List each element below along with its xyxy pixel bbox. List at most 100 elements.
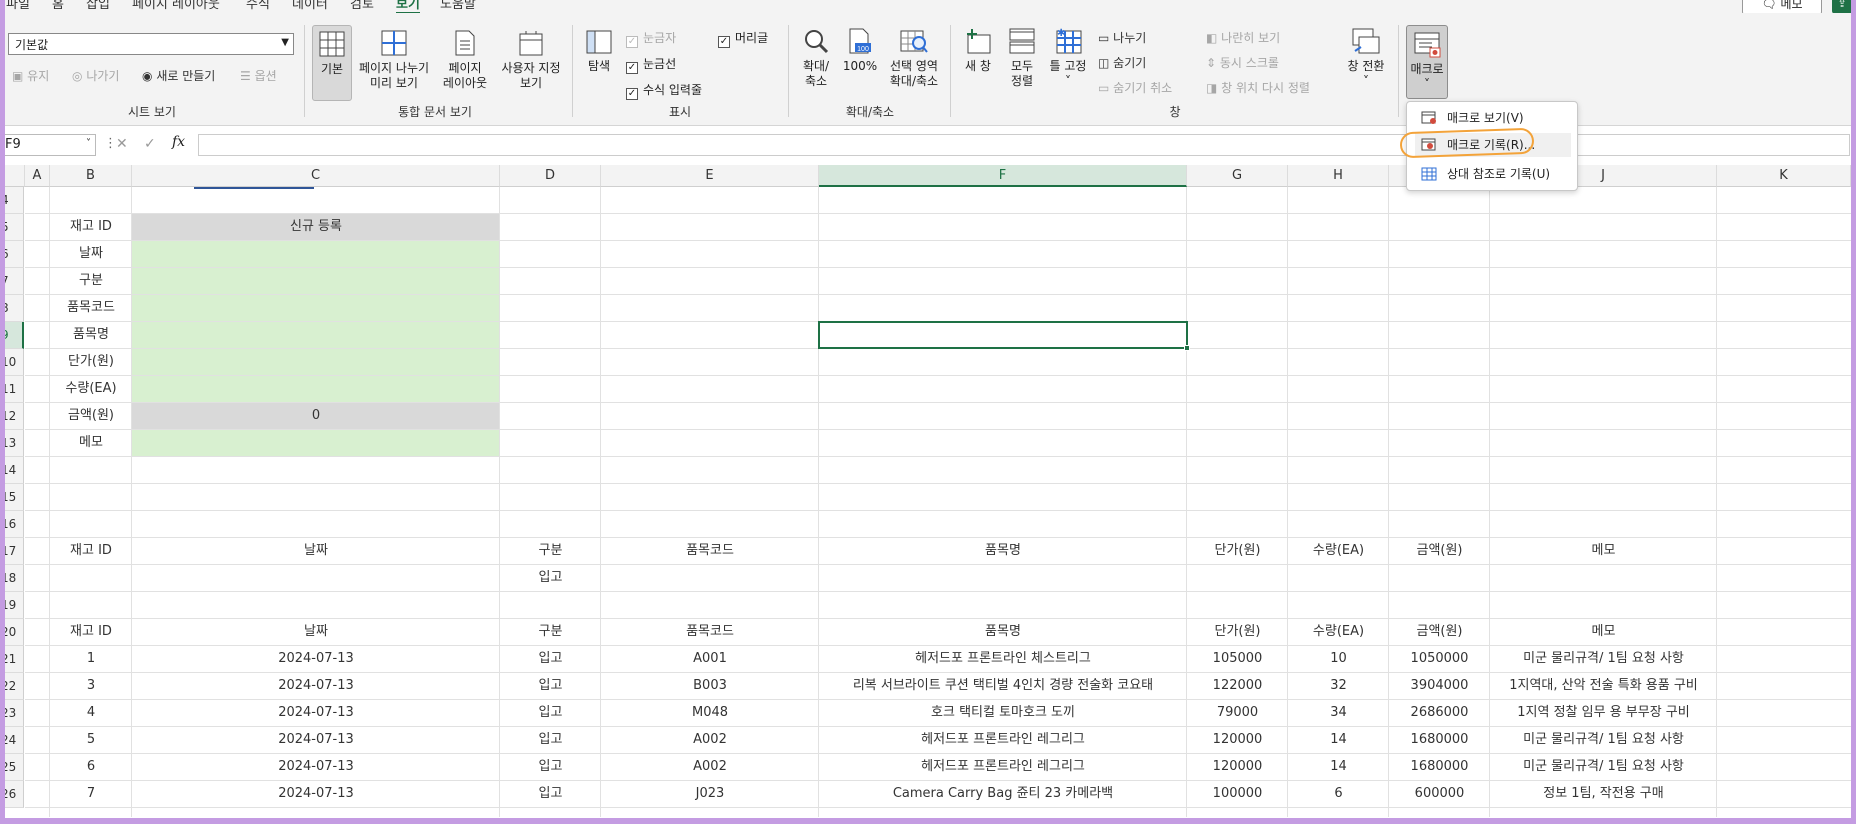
navigation-button[interactable]: 탐색 (580, 27, 618, 97)
form-label: 날짜 (79, 246, 103, 261)
new-window-button[interactable]: 새 창 (958, 27, 998, 87)
table-cell: 32 (1330, 678, 1347, 693)
split-button[interactable]: ▭ 나누기 (1098, 29, 1146, 46)
share-icon[interactable]: ⇪ (1832, 0, 1852, 14)
grid-icon (319, 31, 345, 57)
view-side-by-side-button[interactable]: ◧ 나란히 보기 (1206, 29, 1280, 46)
row-header[interactable]: 24 (0, 727, 24, 754)
cancel-icon[interactable]: ✕ (116, 136, 128, 152)
zoom-button[interactable]: 확대/ 축소 (796, 27, 836, 105)
options-button[interactable]: ☰ 옵션 (240, 67, 277, 84)
formula-bar-checkbox[interactable]: ✓ 수식 입력줄 (626, 81, 702, 100)
zoom-100-button[interactable]: 100 100% (840, 27, 880, 87)
table-cell: 정보 1팀, 작전용 구매 (1543, 786, 1664, 801)
row-header[interactable]: 20 (0, 619, 24, 646)
unhide-button[interactable]: ▭ 숨기기 취소 (1098, 79, 1172, 96)
row-header[interactable]: 17 (0, 538, 24, 565)
row-header[interactable]: 12 (0, 403, 24, 430)
keep-button[interactable]: ▣ 유지 (12, 67, 49, 84)
menu-item-relative-references[interactable]: 상대 참조로 기록(U) (1415, 162, 1571, 186)
column-header-b[interactable]: B (50, 165, 132, 187)
page-break-preview-button[interactable]: 페이지 나누기 미리 보기 (356, 25, 432, 103)
row-header[interactable]: 5 (0, 214, 24, 241)
table-header: 품목명 (985, 624, 1021, 639)
headings-checkbox[interactable]: ✓ 머리글 (718, 29, 768, 48)
row-header[interactable]: 18 (0, 565, 24, 592)
menu-item-view-macros[interactable]: 매크로 보기(V) (1415, 106, 1571, 130)
formula-input[interactable] (198, 134, 1850, 156)
zoom-selection-icon (900, 30, 928, 53)
column-header-a[interactable]: A (25, 165, 50, 187)
table-cell: 리복 서브라이트 쿠션 택티벌 4인치 경량 전술화 코요태 (852, 678, 1154, 693)
row-header[interactable]: 22 (0, 673, 24, 700)
hide-button[interactable]: ◫ 숨기기 (1098, 54, 1146, 71)
column-header-c[interactable]: C (132, 165, 500, 187)
ruler-checkbox[interactable]: ✓ 눈금자 (626, 29, 676, 48)
synchronous-scrolling-button[interactable]: ⇕ 동시 스크롤 (1206, 54, 1279, 71)
comment-icon: 🗨 (1761, 0, 1777, 11)
row-header[interactable]: 9 (0, 322, 24, 349)
row-header[interactable]: 6 (0, 241, 24, 268)
tab-review[interactable]: 검토 (350, 0, 374, 12)
tab-insert[interactable]: 삽입 (86, 0, 110, 12)
table-cell: 1지역대, 산악 전술 특화 용품 구비 (1509, 678, 1698, 693)
row-header[interactable]: 26 (0, 781, 24, 808)
row-header[interactable]: 8 (0, 295, 24, 322)
column-header-f[interactable]: F (819, 165, 1187, 187)
table-header: 수량(EA) (1312, 624, 1365, 639)
fill-handle[interactable] (1184, 345, 1190, 351)
row-header[interactable]: 19 (0, 592, 24, 619)
column-header-g[interactable]: G (1187, 165, 1288, 187)
row-header[interactable]: 4 (0, 187, 24, 214)
freeze-panes-button[interactable]: ✱ 틀 고정 ˅ (1046, 27, 1090, 105)
column-header-d[interactable]: D (500, 165, 601, 187)
zoom-to-selection-button[interactable]: 선택 영역 확대/축소 (884, 27, 944, 105)
name-box[interactable]: F9 ˅ (4, 134, 96, 156)
workbook-views-group-label: 통합 문서 보기 (398, 105, 472, 119)
select-all-corner[interactable] (0, 165, 25, 187)
new-sheet-view-button[interactable]: ◉ 새로 만들기 (142, 67, 215, 84)
exit-button[interactable]: ◎ 나가기 (72, 67, 119, 84)
worksheet-grid[interactable]: 재고 ID 날짜 구분 품목코드 품목명 단가(원) 수량(EA) 금액(원) … (25, 187, 1851, 817)
tab-home[interactable]: 홈 (52, 0, 64, 12)
row-header[interactable]: 11 (0, 376, 24, 403)
row-header[interactable]: 21 (0, 646, 24, 673)
row-header[interactable]: 16 (0, 511, 24, 538)
custom-views-button[interactable]: 사용자 지정 보기 (496, 25, 566, 103)
tab-page-layout[interactable]: 페이지 레이아웃 (132, 0, 220, 12)
row-header[interactable]: 13 (0, 430, 24, 457)
macros-button[interactable]: 매크로 ˅ (1406, 25, 1448, 99)
normal-view-button[interactable]: 기본 (312, 25, 352, 101)
row-header[interactable]: 10 (0, 349, 24, 376)
table-header: 메모 (1591, 543, 1616, 558)
switch-windows-button[interactable]: 창 전환 ˅ (1344, 27, 1388, 105)
insert-function-icon[interactable]: fx (172, 134, 185, 150)
arrange-all-button[interactable]: 모두 정렬 (1002, 27, 1042, 105)
row-header[interactable]: 7 (0, 268, 24, 295)
row-header[interactable]: 25 (0, 754, 24, 781)
table-header: 구분 (538, 543, 563, 558)
table-cell: Camera Carry Bag 쥰티 23 카메라백 (892, 786, 1114, 801)
custom-view-icon (519, 31, 543, 56)
table-cell: 120000 (1212, 759, 1263, 774)
row-header[interactable]: 14 (0, 457, 24, 484)
tab-data[interactable]: 데이터 (292, 0, 328, 12)
column-header-e[interactable]: E (601, 165, 819, 187)
row-header[interactable]: 23 (0, 700, 24, 727)
form-label: 메모 (79, 435, 103, 450)
tab-formulas[interactable]: 수식 (246, 0, 270, 12)
page-layout-button[interactable]: 페이지 레이아웃 (436, 25, 494, 103)
sheet-view-dropdown[interactable]: 기본값 ▼ (8, 33, 294, 55)
reset-window-position-button[interactable]: ◨ 창 위치 다시 정렬 (1206, 79, 1310, 96)
tab-help[interactable]: 도움말 (440, 0, 476, 12)
column-header-h[interactable]: H (1288, 165, 1389, 187)
column-header-k[interactable]: K (1717, 165, 1851, 187)
sheet-view-group-label: 시트 보기 (128, 105, 176, 119)
tab-file[interactable]: 파일 (6, 0, 30, 12)
checkmark-icon: ✓ (718, 36, 730, 48)
row-header[interactable]: 15 (0, 484, 24, 511)
table-cell: A001 (693, 651, 727, 666)
gridlines-checkbox[interactable]: ✓ 눈금선 (626, 55, 676, 74)
enter-icon[interactable]: ✓ (144, 136, 156, 152)
active-cell-f9[interactable] (818, 321, 1190, 351)
